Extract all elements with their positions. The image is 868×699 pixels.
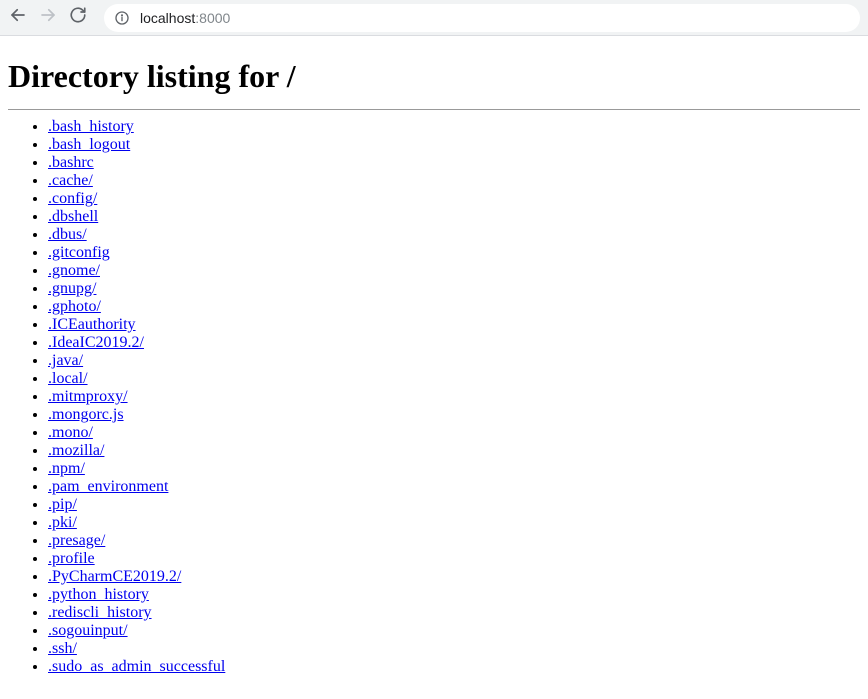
directory-entry-link[interactable]: .sogouinput/: [48, 622, 128, 639]
list-item: .gnome/: [48, 262, 860, 280]
list-item: .dbshell: [48, 208, 860, 226]
arrow-left-icon: [9, 6, 27, 29]
directory-entry-link[interactable]: .pip/: [48, 496, 77, 513]
address-bar[interactable]: localhost:8000: [104, 4, 860, 32]
directory-entry-link[interactable]: .python_history: [48, 586, 149, 603]
directory-entry-link[interactable]: .gnupg/: [48, 280, 96, 297]
list-item: .bashrc: [48, 154, 860, 172]
directory-entry-link[interactable]: .pam_environment: [48, 478, 168, 495]
reload-button[interactable]: [68, 8, 88, 28]
directory-entry-link[interactable]: .gnome/: [48, 262, 100, 279]
divider: [8, 109, 860, 110]
page-content: Directory listing for / .bash_history.ba…: [0, 36, 868, 692]
list-item: .profile: [48, 550, 860, 568]
directory-entry-link[interactable]: .mozilla/: [48, 442, 104, 459]
info-icon: [114, 10, 130, 26]
list-item: .presage/: [48, 532, 860, 550]
list-item: .ICEauthority: [48, 316, 860, 334]
list-item: .mozilla/: [48, 442, 860, 460]
list-item: .pam_environment: [48, 478, 860, 496]
url-host: localhost: [140, 10, 195, 26]
list-item: .sudo_as_admin_successful: [48, 658, 860, 676]
directory-entry-link[interactable]: .mongorc.js: [48, 406, 124, 423]
list-item: .bash_logout: [48, 136, 860, 154]
list-item: .gnupg/: [48, 280, 860, 298]
directory-entry-link[interactable]: .npm/: [48, 460, 85, 477]
list-item: .dbus/: [48, 226, 860, 244]
list-item: .cache/: [48, 172, 860, 190]
directory-list: .bash_history.bash_logout.bashrc.cache/.…: [8, 118, 860, 676]
directory-entry-link[interactable]: .bash_logout: [48, 136, 130, 153]
directory-entry-link[interactable]: .PyCharmCE2019.2/: [48, 568, 181, 585]
url-text: localhost:8000: [140, 10, 230, 26]
directory-entry-link[interactable]: .pki/: [48, 514, 77, 531]
directory-entry-link[interactable]: .sudo_as_admin_successful: [48, 658, 225, 675]
list-item: .gphoto/: [48, 298, 860, 316]
directory-entry-link[interactable]: .bashrc: [48, 154, 94, 171]
directory-entry-link[interactable]: .ssh/: [48, 640, 77, 657]
directory-entry-link[interactable]: .bash_history: [48, 118, 134, 135]
list-item: .npm/: [48, 460, 860, 478]
page-title: Directory listing for /: [8, 58, 860, 95]
list-item: .sogouinput/: [48, 622, 860, 640]
list-item: .IdeaIC2019.2/: [48, 334, 860, 352]
forward-button[interactable]: [38, 8, 58, 28]
list-item: .pki/: [48, 514, 860, 532]
list-item: .mongorc.js: [48, 406, 860, 424]
reload-icon: [69, 6, 87, 29]
list-item: .config/: [48, 190, 860, 208]
directory-entry-link[interactable]: .gitconfig: [48, 244, 110, 261]
list-item: .pip/: [48, 496, 860, 514]
arrow-right-icon: [39, 6, 57, 29]
list-item: .ssh/: [48, 640, 860, 658]
directory-entry-link[interactable]: .local/: [48, 370, 88, 387]
list-item: .mitmproxy/: [48, 388, 860, 406]
directory-entry-link[interactable]: .cache/: [48, 172, 93, 189]
list-item: .PyCharmCE2019.2/: [48, 568, 860, 586]
directory-entry-link[interactable]: .gphoto/: [48, 298, 101, 315]
back-button[interactable]: [8, 8, 28, 28]
directory-entry-link[interactable]: .mono/: [48, 424, 93, 441]
list-item: .java/: [48, 352, 860, 370]
directory-entry-link[interactable]: .profile: [48, 550, 95, 567]
directory-entry-link[interactable]: .ICEauthority: [48, 316, 136, 333]
directory-entry-link[interactable]: .java/: [48, 352, 83, 369]
list-item: .rediscli_history: [48, 604, 860, 622]
list-item: .bash_history: [48, 118, 860, 136]
list-item: .gitconfig: [48, 244, 860, 262]
directory-entry-link[interactable]: .dbshell: [48, 208, 98, 225]
url-port: :8000: [195, 10, 230, 26]
directory-entry-link[interactable]: .presage/: [48, 532, 105, 549]
list-item: .mono/: [48, 424, 860, 442]
browser-toolbar: localhost:8000: [0, 0, 868, 36]
directory-entry-link[interactable]: .IdeaIC2019.2/: [48, 334, 144, 351]
list-item: .local/: [48, 370, 860, 388]
directory-entry-link[interactable]: .mitmproxy/: [48, 388, 128, 405]
directory-entry-link[interactable]: .rediscli_history: [48, 604, 152, 621]
directory-entry-link[interactable]: .config/: [48, 190, 97, 207]
directory-entry-link[interactable]: .dbus/: [48, 226, 87, 243]
list-item: .python_history: [48, 586, 860, 604]
